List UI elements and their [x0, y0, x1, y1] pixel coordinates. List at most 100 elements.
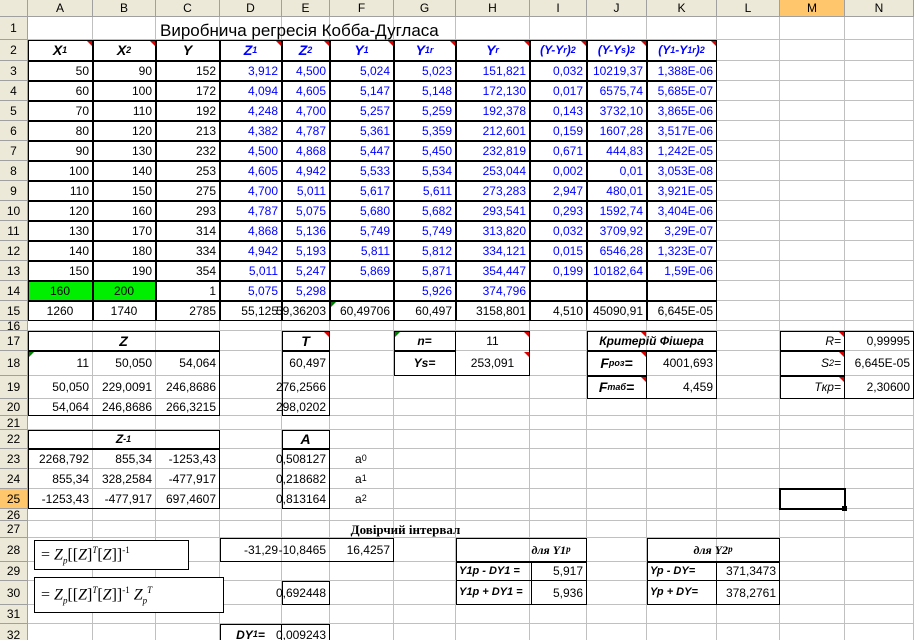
cell-b16[interactable] — [93, 321, 156, 331]
cell-l1[interactable] — [717, 17, 780, 40]
cell-e26[interactable] — [282, 509, 330, 521]
cell-d18[interactable] — [220, 351, 282, 376]
cell-n22[interactable] — [845, 430, 914, 449]
cell-a21[interactable] — [28, 416, 93, 430]
cell-l7[interactable] — [717, 141, 780, 161]
row-header-13[interactable]: 13 — [0, 261, 28, 281]
cell-b26[interactable] — [93, 509, 156, 521]
cell-b21[interactable] — [93, 416, 156, 430]
row-header-25[interactable]: 25 — [0, 489, 28, 509]
cell-k24[interactable] — [647, 469, 717, 489]
cell-n10[interactable] — [845, 201, 914, 221]
column-header-d[interactable]: D — [220, 0, 282, 17]
cell-l2[interactable] — [717, 40, 780, 61]
row-header-16[interactable]: 16 — [0, 320, 28, 332]
cell-h32[interactable] — [456, 624, 530, 640]
column-header-f[interactable]: F — [330, 0, 394, 17]
cell-d30[interactable] — [220, 581, 282, 605]
cell-m10[interactable] — [780, 201, 845, 221]
row-header-20[interactable]: 20 — [0, 399, 28, 416]
cell-n24[interactable] — [845, 469, 914, 489]
column-header-k[interactable]: K — [647, 0, 717, 17]
cell-c26[interactable] — [156, 509, 220, 521]
cell-i25[interactable] — [530, 489, 587, 509]
cell-j26[interactable] — [587, 509, 647, 521]
cell-m1[interactable] — [780, 17, 845, 40]
cell-d27[interactable] — [220, 521, 282, 538]
cell-b1[interactable] — [93, 17, 156, 40]
cell-g31[interactable] — [394, 605, 456, 624]
cell-m20[interactable] — [780, 399, 845, 416]
cell-k23[interactable] — [647, 449, 717, 469]
cell-f17[interactable] — [330, 331, 394, 351]
cell-m8[interactable] — [780, 161, 845, 181]
cell-i32[interactable] — [530, 624, 587, 640]
cell-h24[interactable] — [456, 469, 530, 489]
row-header-22[interactable]: 22 — [0, 430, 28, 449]
cell-h21[interactable] — [456, 416, 530, 430]
cell-f29[interactable] — [330, 562, 394, 581]
column-header-a[interactable]: A — [28, 0, 93, 17]
column-header-b[interactable]: B — [93, 0, 156, 17]
cell-j22[interactable] — [587, 430, 647, 449]
cell-f16[interactable] — [330, 321, 394, 331]
cell-g23[interactable] — [394, 449, 456, 469]
cell-l10[interactable] — [717, 201, 780, 221]
row-header-7[interactable]: 7 — [0, 141, 28, 161]
cell-m16[interactable] — [780, 321, 845, 331]
cell-m5[interactable] — [780, 101, 845, 121]
row-header-31[interactable]: 31 — [0, 605, 28, 624]
cell-h26[interactable] — [456, 509, 530, 521]
cell-n12[interactable] — [845, 241, 914, 261]
row-header-12[interactable]: 12 — [0, 241, 28, 261]
cell-l26[interactable] — [717, 509, 780, 521]
cell-f21[interactable] — [330, 416, 394, 430]
select-all-corner[interactable] — [0, 0, 28, 17]
cell-n13[interactable] — [845, 261, 914, 281]
cell-n23[interactable] — [845, 449, 914, 469]
cell-l11[interactable] — [717, 221, 780, 241]
row-header-27[interactable]: 27 — [0, 521, 28, 538]
cell-m13[interactable] — [780, 261, 845, 281]
cell-e21[interactable] — [282, 416, 330, 430]
cell-h16[interactable] — [456, 321, 530, 331]
row-header-32[interactable]: 32 — [0, 624, 28, 640]
column-header-i[interactable]: I — [530, 0, 587, 17]
cell-n28[interactable] — [845, 538, 914, 562]
cell-m29[interactable] — [780, 562, 845, 581]
cell-m31[interactable] — [780, 605, 845, 624]
cell-n2[interactable] — [845, 40, 914, 61]
cell-e29[interactable] — [282, 562, 330, 581]
cell-k32[interactable] — [647, 624, 717, 640]
cell-k22[interactable] — [647, 430, 717, 449]
column-header-e[interactable]: E — [282, 0, 330, 17]
cell-d26[interactable] — [220, 509, 282, 521]
cell-f26[interactable] — [330, 509, 394, 521]
cell-j27[interactable] — [587, 521, 647, 538]
cell-j32[interactable] — [587, 624, 647, 640]
cell-l19[interactable] — [717, 376, 780, 399]
cell-d20[interactable] — [220, 399, 282, 416]
cell-e16[interactable] — [282, 321, 330, 331]
cell-f31[interactable] — [330, 605, 394, 624]
cell-m12[interactable] — [780, 241, 845, 261]
cell-a16[interactable] — [28, 321, 93, 331]
cell-l25[interactable] — [717, 489, 780, 509]
cell-j31[interactable] — [587, 605, 647, 624]
cell-j24[interactable] — [587, 469, 647, 489]
cell-k21[interactable] — [647, 416, 717, 430]
cell-l18[interactable] — [717, 351, 780, 376]
cell-k20[interactable] — [647, 399, 717, 416]
cell-m15[interactable] — [780, 301, 845, 321]
cell-c32[interactable] — [156, 624, 220, 640]
cell-l15[interactable] — [717, 301, 780, 321]
cell-i17[interactable] — [530, 331, 587, 351]
cell-m14[interactable] — [780, 281, 845, 301]
cell-l6[interactable] — [717, 121, 780, 141]
cell-h20[interactable] — [456, 399, 530, 416]
cell-n27[interactable] — [845, 521, 914, 538]
cell-l31[interactable] — [717, 605, 780, 624]
cell-n4[interactable] — [845, 81, 914, 101]
spreadsheet[interactable]: A B C D E F G H I J K L M N 1 2 3 4 5 6 7 8 9 10 11 12 13 14 15 16 17 1… — [0, 0, 914, 640]
cell-n32[interactable] — [845, 624, 914, 640]
